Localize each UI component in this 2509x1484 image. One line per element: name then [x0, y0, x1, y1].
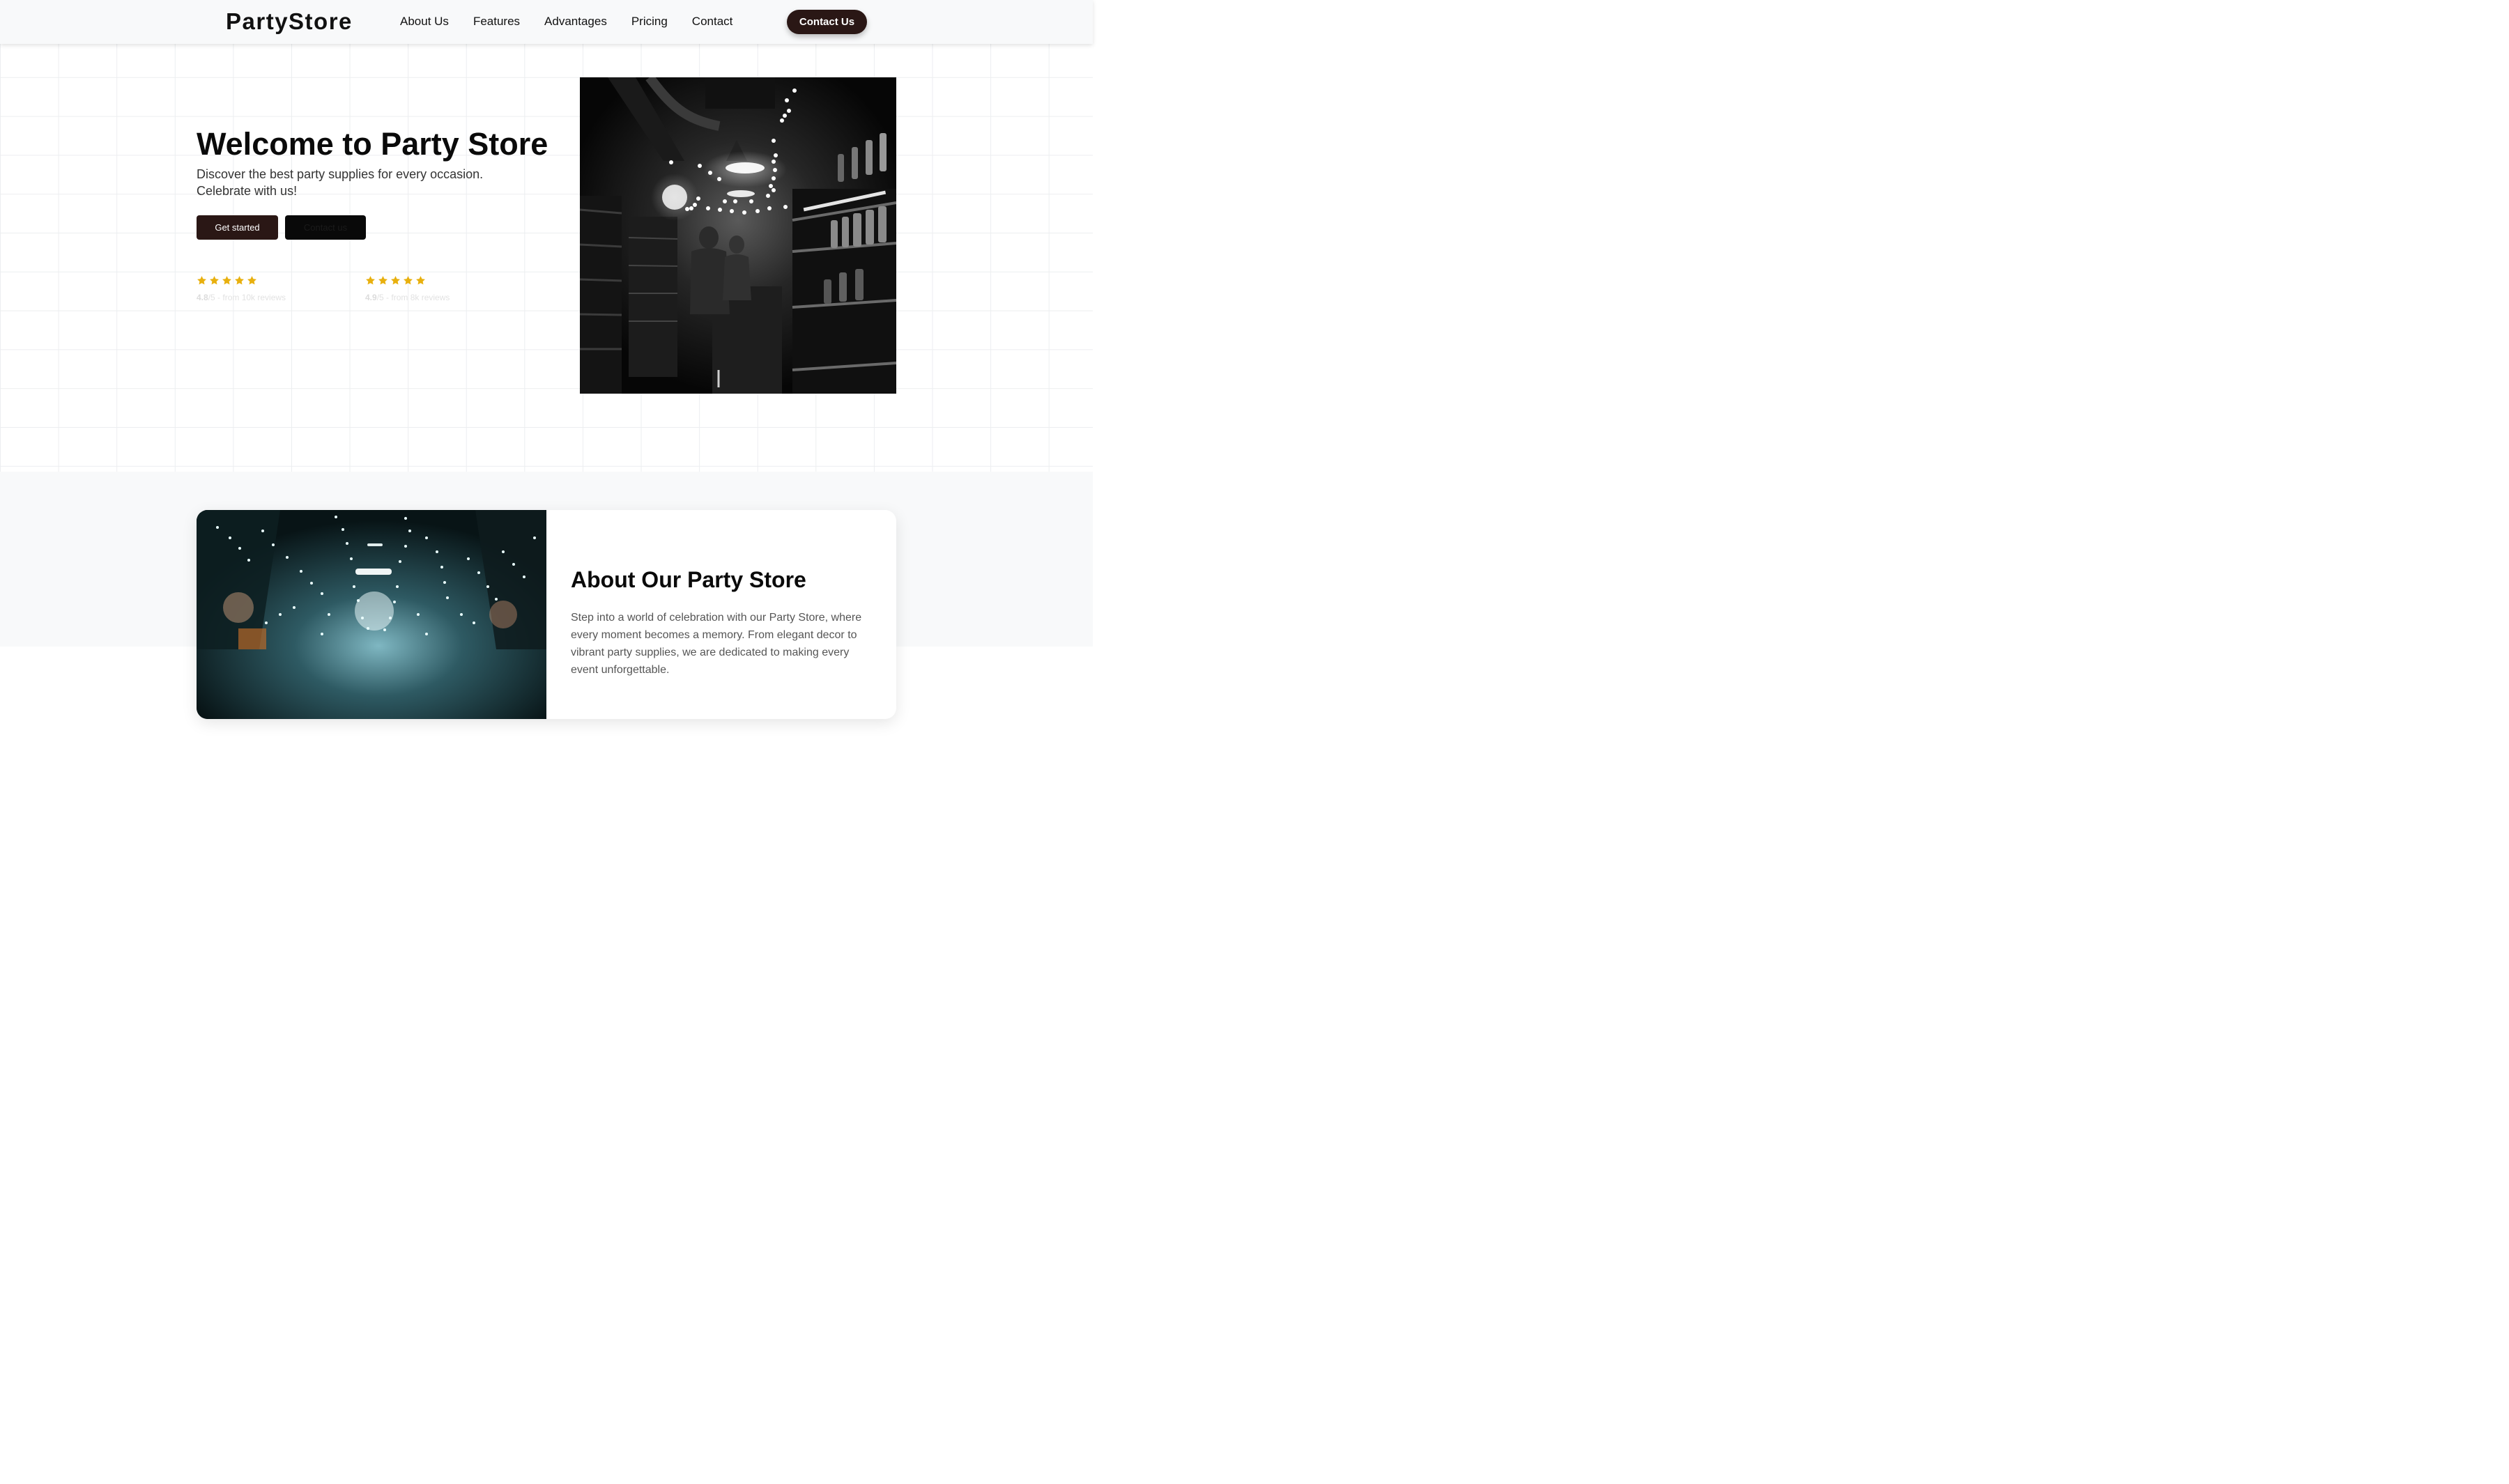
rating-suffix: /5 - from 10k reviews	[208, 293, 286, 302]
nav-link-features[interactable]: Features	[473, 15, 520, 29]
contact-us-button[interactable]: Contact Us	[787, 10, 867, 34]
star-icon	[222, 276, 231, 285]
brand-logo[interactable]: PartyStore	[226, 8, 353, 35]
hero-title: Welcome to Party Store	[197, 126, 548, 162]
nav-link-advantages[interactable]: Advantages	[544, 15, 607, 29]
rating-block: 4.8/5 - from 10k reviews	[197, 275, 286, 302]
rating-suffix: /5 - from 8k reviews	[376, 293, 450, 302]
star-icon	[197, 276, 206, 285]
star-icon	[416, 276, 425, 285]
star-icon	[210, 276, 219, 285]
hero-subtitle: Discover the best party supplies for eve…	[197, 167, 484, 198]
hero-section: Welcome to Party Store Discover the best…	[0, 44, 1093, 472]
star-icon	[378, 276, 388, 285]
star-rating	[197, 275, 286, 286]
nav-link-contact[interactable]: Contact	[692, 15, 733, 29]
about-section: About Our Party Store Step into a world …	[0, 472, 1093, 719]
get-started-button[interactable]: Get started	[197, 215, 278, 240]
rating-score: 4.9	[365, 293, 377, 302]
rating-text: 4.8/5 - from 10k reviews	[197, 293, 286, 302]
star-icon	[247, 276, 256, 285]
nav-links: About Us Features Advantages Pricing Con…	[400, 15, 757, 29]
string-lights-photo	[197, 510, 546, 719]
about-text: Step into a world of celebration with ou…	[571, 612, 862, 676]
star-icon	[366, 276, 375, 285]
nav-link-about-us[interactable]: About Us	[400, 15, 449, 29]
party-store-interior-photo	[580, 77, 896, 394]
contact-us-secondary-button[interactable]: Contact us	[285, 215, 366, 240]
rating-text: 4.9/5 - from 8k reviews	[365, 293, 450, 302]
string-lights-photo-art	[197, 510, 546, 719]
star-icon	[391, 276, 400, 285]
star-rating	[365, 275, 450, 286]
party-store-interior-photo-art	[580, 77, 896, 394]
rating-block: 4.9/5 - from 8k reviews	[365, 275, 450, 302]
rating-score: 4.8	[197, 293, 208, 302]
about-title: About Our Party Store	[571, 567, 806, 592]
navbar: PartyStore About Us Features Advantages …	[0, 0, 1093, 44]
star-icon	[235, 276, 244, 285]
about-card: About Our Party Store Step into a world …	[197, 510, 896, 719]
nav-link-pricing[interactable]: Pricing	[631, 15, 668, 29]
star-icon	[404, 276, 413, 285]
